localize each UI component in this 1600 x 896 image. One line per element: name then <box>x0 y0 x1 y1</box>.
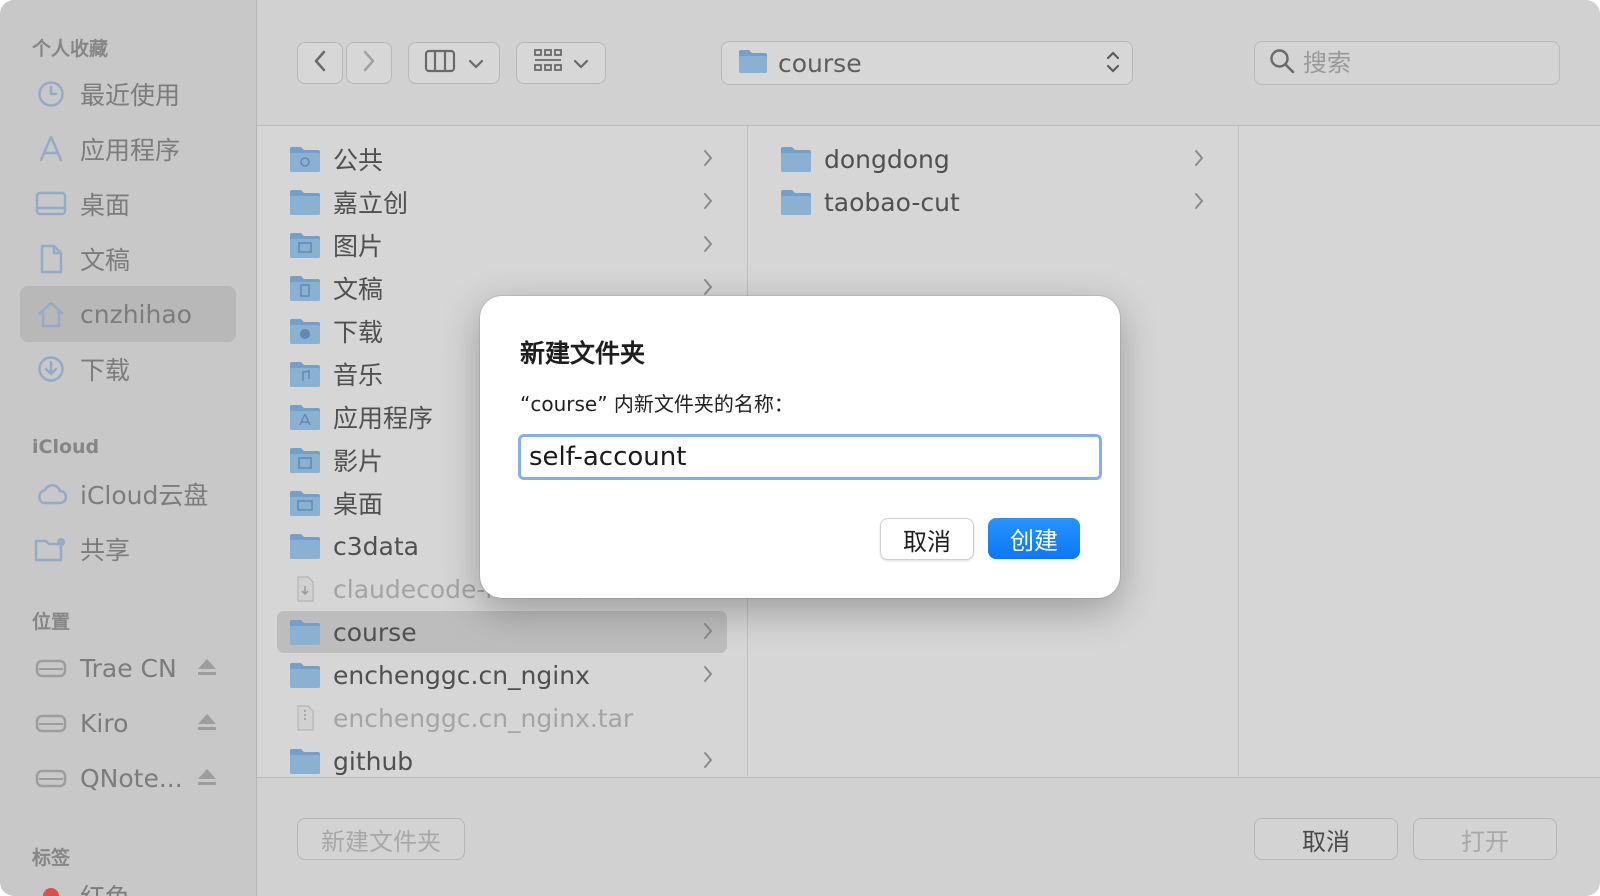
dialog-cancel-button[interactable]: 取消 <box>880 518 974 560</box>
dialog-create-button[interactable]: 创建 <box>988 518 1080 559</box>
dialog-title: 新建文件夹 <box>520 339 646 368</box>
file-picker-window: 个人收藏 最近使用 应用程序 桌面 文稿 cnzhihao 下载 iCloud … <box>0 0 1600 896</box>
new-folder-dialog: 新建文件夹 “course” 内新文件夹的名称： 取消 创建 <box>480 296 1120 598</box>
dialog-prompt: “course” 内新文件夹的名称： <box>520 392 794 416</box>
folder-name-input[interactable] <box>518 434 1102 480</box>
